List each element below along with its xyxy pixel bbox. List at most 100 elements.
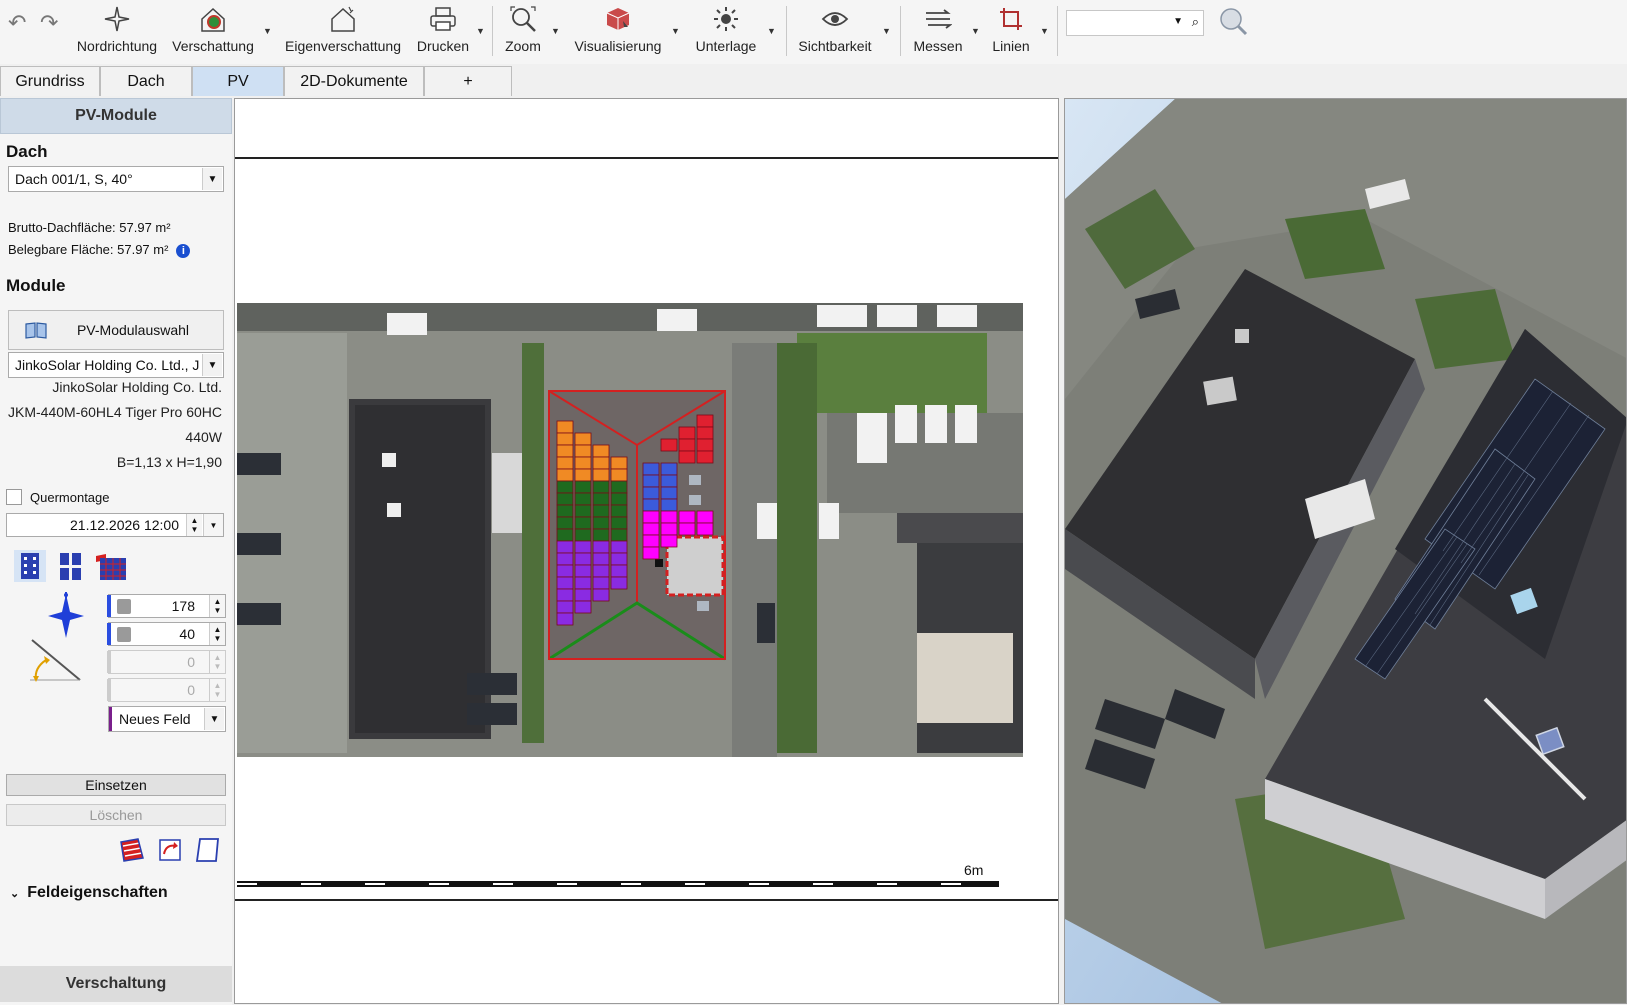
- field-rotate-icon[interactable]: [156, 836, 184, 864]
- tilt-angle-icon[interactable]: [26, 638, 84, 684]
- einsetzen-button[interactable]: Einsetzen: [6, 774, 226, 796]
- scale-label: 6m: [964, 862, 984, 878]
- zoom-icon: [506, 2, 540, 36]
- messen-dropdown-icon[interactable]: ▼: [971, 26, 980, 36]
- pv-modulauswahl-button[interactable]: PV-Modulauswahl: [8, 310, 224, 350]
- drucken-dropdown-icon[interactable]: ▼: [476, 26, 485, 36]
- tab-dach[interactable]: Dach: [100, 66, 192, 96]
- zoom-dropdown-icon[interactable]: ▼: [551, 26, 560, 36]
- modules-section-title: Module: [6, 276, 66, 295]
- calculator-icon[interactable]: [117, 627, 131, 642]
- tilt-input[interactable]: 40 ▲ ▼: [107, 622, 226, 646]
- search-icon[interactable]: ⌕: [1192, 14, 1199, 30]
- self-shading-icon: [326, 2, 360, 36]
- cube-icon: [601, 2, 635, 36]
- feldeigenschaften-expander[interactable]: ⌄ Feldeigenschaften: [10, 884, 168, 902]
- verschaltung-header[interactable]: Verschaltung: [0, 966, 232, 1002]
- crop-lines-icon: [994, 2, 1028, 36]
- usable-area-row: Belegbare Fläche: 57.97 m² i: [8, 242, 191, 258]
- roof-section-title: Dach: [6, 142, 48, 161]
- sichtbarkeit-dropdown-icon[interactable]: ▼: [882, 26, 891, 36]
- printer-icon: [426, 2, 460, 36]
- verschattung-dropdown-icon[interactable]: ▼: [263, 26, 272, 36]
- info-icon[interactable]: i: [176, 244, 191, 258]
- field3-spinner: ▲ ▼: [209, 651, 225, 673]
- portrait-layout-icon[interactable]: [14, 550, 46, 582]
- aerial-map[interactable]: [237, 303, 1023, 757]
- search-input[interactable]: ▼ ⌕: [1066, 10, 1204, 36]
- toolbar-separator: [1057, 6, 1058, 56]
- module-dimensions: B=1,13 x H=1,90: [116, 454, 222, 470]
- search-dropdown-icon[interactable]: ▼: [1173, 16, 1183, 27]
- toolbar: ↶ ↷ Nordrichtung Verschattung ▼ Eigenver…: [0, 0, 1627, 64]
- shading-icon: [196, 2, 230, 36]
- module-manufacturer: JinkoSolar Holding Co. Ltd.: [52, 379, 222, 395]
- tab-add[interactable]: +: [424, 66, 512, 96]
- tab-2d-dokumente[interactable]: 2D-Dokumente: [284, 66, 424, 96]
- undo-icon[interactable]: ↶: [8, 10, 26, 36]
- visualisierung-button[interactable]: Visualisierung: [572, 2, 664, 60]
- field-outline-icon[interactable]: [194, 836, 222, 864]
- datetime-picker[interactable]: 21.12.2026 12:00 ▲ ▼ ▼: [6, 513, 224, 537]
- quermontage-checkbox[interactable]: Quermontage: [6, 489, 110, 505]
- plan-view-2d[interactable]: 6m: [234, 98, 1059, 1004]
- roof-select[interactable]: Dach 001/1, S, 40° ▼: [8, 166, 224, 192]
- frame-line-top: [235, 157, 1058, 159]
- tab-grundriss[interactable]: Grundriss: [0, 66, 100, 96]
- verschattung-button[interactable]: Verschattung: [170, 2, 256, 60]
- grid-layout-icon[interactable]: [56, 550, 86, 582]
- disabled-field-4: 0 ▲ ▼: [107, 678, 226, 702]
- calculator-icon[interactable]: [117, 599, 131, 614]
- landscape-layout-icon[interactable]: [94, 550, 128, 582]
- toolbar-separator: [786, 6, 787, 56]
- measure-icon: [921, 2, 955, 36]
- sichtbarkeit-button[interactable]: Sichtbarkeit: [794, 2, 876, 60]
- module-power: 440W: [185, 429, 222, 445]
- usable-area-text: Belegbare Fläche: 57.97 m²: [8, 242, 169, 257]
- eigenverschattung-button[interactable]: Eigenverschattung: [284, 2, 402, 60]
- scale-bar: [237, 881, 999, 887]
- zoom-button[interactable]: Zoom: [500, 2, 546, 60]
- sun-icon: [709, 2, 743, 36]
- tab-pv[interactable]: PV: [192, 66, 284, 96]
- module-select[interactable]: JinkoSolar Holding Co. Ltd., J ▼: [8, 352, 224, 378]
- app-window: ↶ ↷ Nordrichtung Verschattung ▼ Eigenver…: [0, 0, 1627, 1005]
- pv-panel: PV-Module Dach Dach 001/1, S, 40° ▼ Brut…: [0, 98, 232, 1005]
- unterlage-dropdown-icon[interactable]: ▼: [767, 26, 776, 36]
- book-icon: [25, 321, 47, 342]
- chevron-down-icon: ⌄: [10, 888, 20, 900]
- module-model: JKM-440M-60HL4 Tiger Pro 60HC: [8, 404, 222, 420]
- linien-dropdown-icon[interactable]: ▼: [1040, 26, 1049, 36]
- view-tabs: Grundriss Dach PV 2D-Dokumente +: [0, 66, 1627, 98]
- linien-button[interactable]: Linien: [984, 2, 1038, 60]
- chevron-down-icon: ▼: [202, 354, 222, 376]
- messen-button[interactable]: Messen: [908, 2, 968, 60]
- visualisierung-3d-view[interactable]: [1064, 98, 1627, 1004]
- datetime-spinner[interactable]: ▲ ▼: [186, 514, 202, 536]
- field-draw-icon[interactable]: [118, 836, 146, 864]
- north-star-icon[interactable]: [46, 592, 86, 640]
- nordrichtung-button[interactable]: Nordrichtung: [74, 2, 160, 60]
- eye-icon: [818, 2, 852, 36]
- datetime-dropdown-icon[interactable]: ▼: [203, 514, 223, 536]
- visualisierung-dropdown-icon[interactable]: ▼: [671, 26, 680, 36]
- unterlage-button[interactable]: Unterlage: [690, 2, 762, 60]
- azimuth-spinner[interactable]: ▲ ▼: [209, 595, 225, 617]
- frame-line-bottom: [235, 899, 1058, 901]
- 3d-scene: [1065, 99, 1626, 1003]
- gross-area-text: Brutto-Dachfläche: 57.97 m²: [8, 220, 171, 235]
- chevron-down-icon: ▼: [202, 168, 222, 190]
- tilt-spinner[interactable]: ▲ ▼: [209, 623, 225, 645]
- drucken-button[interactable]: Drucken: [410, 2, 476, 60]
- redo-icon[interactable]: ↷: [40, 10, 58, 36]
- field-select[interactable]: Neues Feld ▼: [108, 706, 226, 732]
- field4-spinner: ▲ ▼: [209, 679, 225, 701]
- disabled-field-3: 0 ▲ ▼: [107, 650, 226, 674]
- azimuth-input[interactable]: 178 ▲ ▼: [107, 594, 226, 618]
- chevron-down-icon: ▼: [204, 708, 224, 730]
- globe-search-icon[interactable]: [1218, 6, 1248, 36]
- checkbox-box[interactable]: [6, 489, 22, 505]
- pv-module-header[interactable]: PV-Module: [0, 98, 232, 134]
- toolbar-separator: [492, 6, 493, 56]
- compass-icon: [100, 2, 134, 36]
